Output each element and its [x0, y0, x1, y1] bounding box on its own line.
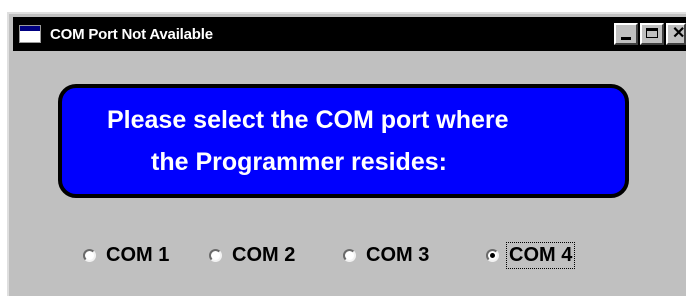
window-title: COM Port Not Available	[50, 25, 213, 43]
radio-option-com4[interactable]: COM 4	[486, 240, 576, 270]
instruction-banner: Please select the COM port where the Pro…	[58, 84, 629, 198]
minimize-icon	[621, 37, 631, 40]
radio-button-com2[interactable]	[209, 248, 222, 262]
radio-label-com2[interactable]: COM 2	[230, 243, 297, 268]
radio-button-com1[interactable]	[83, 248, 96, 262]
instruction-line-1: Please select the COM port where	[107, 106, 509, 134]
radio-option-com2[interactable]: COM 2	[209, 240, 297, 270]
radio-option-com1[interactable]: COM 1	[83, 240, 171, 270]
radio-label-com1[interactable]: COM 1	[104, 243, 171, 268]
radio-option-com3[interactable]: COM 3	[343, 240, 431, 270]
minimize-button[interactable]	[614, 23, 638, 45]
maximize-icon	[646, 28, 658, 38]
instruction-line-2: the Programmer resides:	[151, 148, 447, 176]
radio-label-com3[interactable]: COM 3	[364, 243, 431, 268]
window-icon[interactable]	[19, 25, 41, 43]
radio-label-com4[interactable]: COM 4	[505, 241, 576, 269]
dialog-window: COM Port Not Available ✕ Please select t…	[7, 12, 686, 296]
window-controls: ✕	[614, 23, 686, 45]
close-icon: ✕	[672, 25, 686, 42]
radio-button-com3[interactable]	[343, 248, 356, 262]
maximize-button[interactable]	[640, 23, 664, 45]
title-bar[interactable]: COM Port Not Available ✕	[13, 17, 686, 51]
close-button[interactable]: ✕	[666, 23, 686, 45]
radio-button-com4[interactable]	[486, 248, 499, 262]
